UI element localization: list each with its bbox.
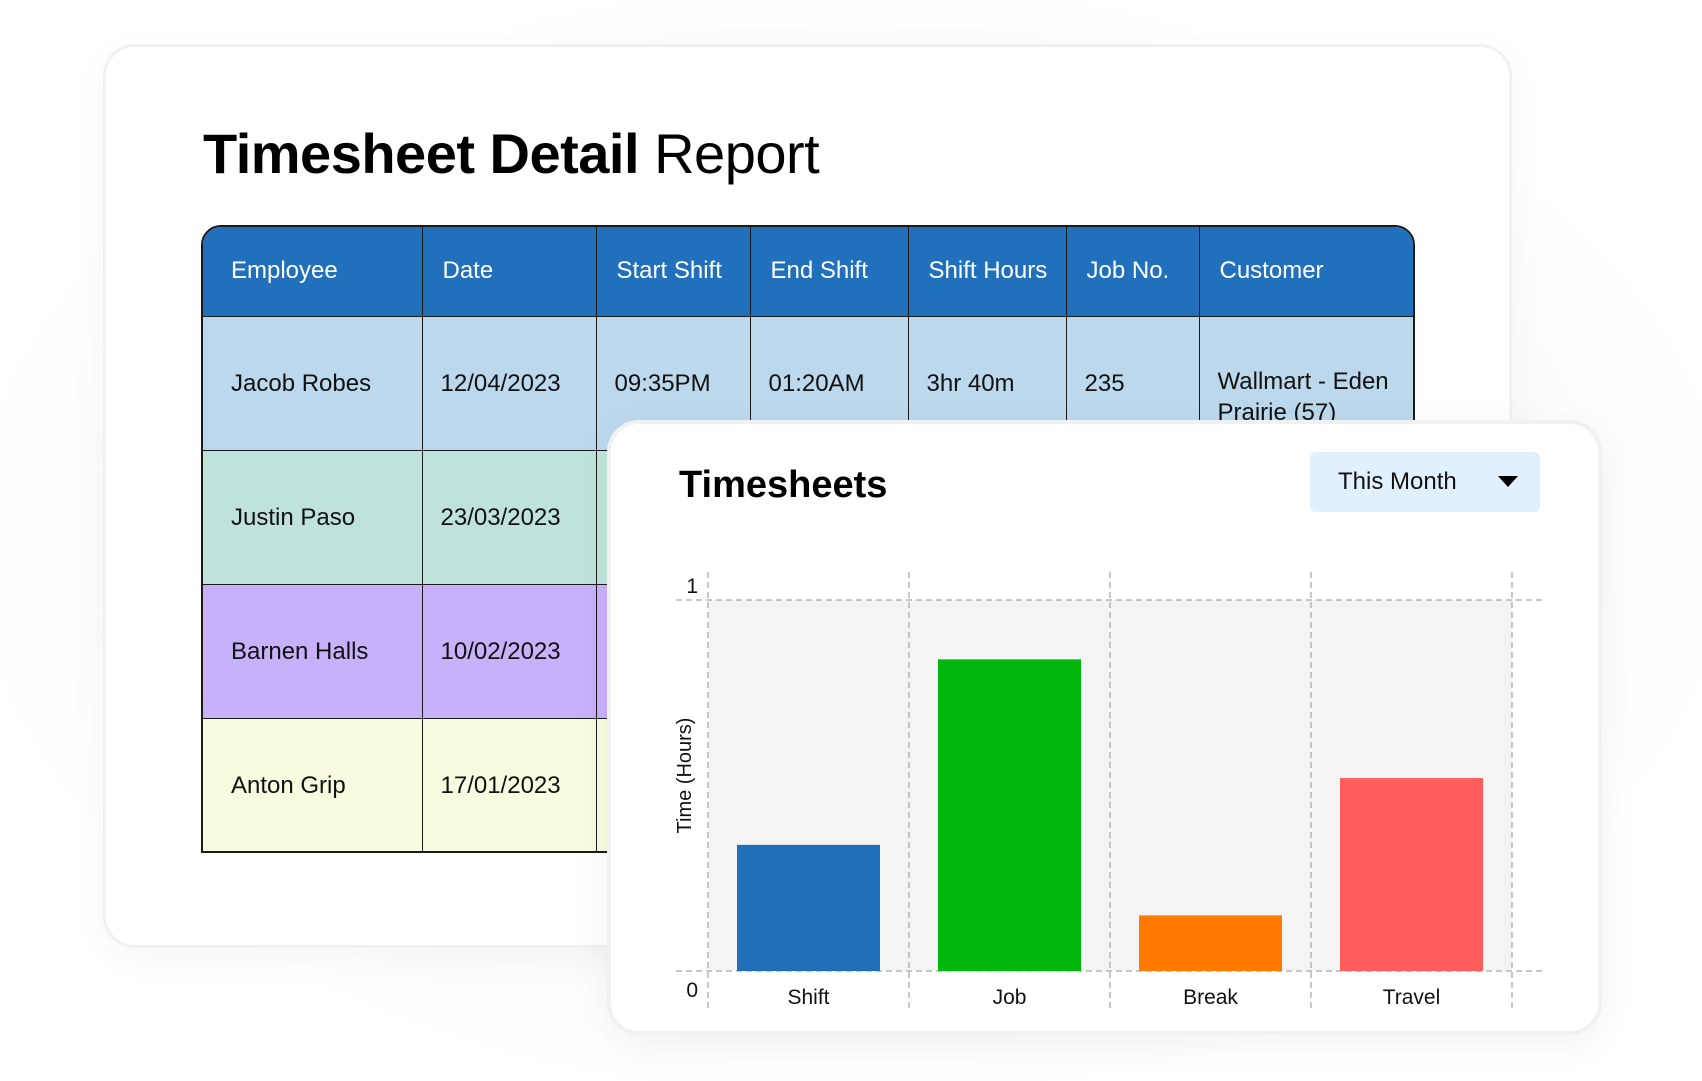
cell-date: 10/02/2023 xyxy=(421,583,597,719)
cell-employee: Jacob Robes xyxy=(203,315,423,451)
bar-break[interactable] xyxy=(1139,915,1282,971)
report-title-light: Report xyxy=(654,122,820,185)
cell-employee: Justin Paso xyxy=(203,449,423,585)
bar-chart: Shift Job Break Travel 1 0 Time (Hours) xyxy=(674,572,1545,1009)
x-tick-label: Shift xyxy=(787,986,829,1009)
column-header-job-no[interactable]: Job No. xyxy=(1065,227,1200,317)
x-tick-label: Break xyxy=(1183,986,1238,1009)
x-tick-label: Job xyxy=(993,986,1027,1009)
column-header-customer[interactable]: Customer xyxy=(1198,227,1413,317)
report-title-bold: Timesheet Detail xyxy=(203,122,640,185)
bar-travel[interactable] xyxy=(1340,778,1483,971)
x-tick-label: Travel xyxy=(1383,986,1441,1009)
customer-text: Wallmart - Eden Prairie (57) xyxy=(1217,368,1389,422)
cell-employee: Barnen Halls xyxy=(203,583,423,719)
timesheets-chart-card: Timesheets This Month Shift Job Break Trave… xyxy=(607,420,1602,1035)
column-header-date[interactable]: Date xyxy=(421,227,597,317)
cell-employee: Anton Grip xyxy=(203,717,423,851)
y-axis-label: Time (Hours) xyxy=(674,718,696,834)
bar-job[interactable] xyxy=(938,659,1081,971)
column-header-employee[interactable]: Employee xyxy=(203,227,423,317)
column-header-start-shift[interactable]: Start Shift xyxy=(595,227,751,317)
report-title: Timesheet Detail Report xyxy=(203,119,820,189)
table-header-row: Employee Date Start Shift End Shift Shif… xyxy=(203,227,1413,317)
cell-date: 17/01/2023 xyxy=(421,717,597,851)
bar-shift[interactable] xyxy=(737,844,880,971)
column-header-shift-hours[interactable]: Shift Hours xyxy=(907,227,1067,317)
cell-date: 23/03/2023 xyxy=(421,449,597,585)
cell-date: 12/04/2023 xyxy=(421,315,597,451)
y-tick-label: 0 xyxy=(686,979,698,1002)
column-header-end-shift[interactable]: End Shift xyxy=(749,227,909,317)
y-tick-label: 1 xyxy=(686,575,698,598)
